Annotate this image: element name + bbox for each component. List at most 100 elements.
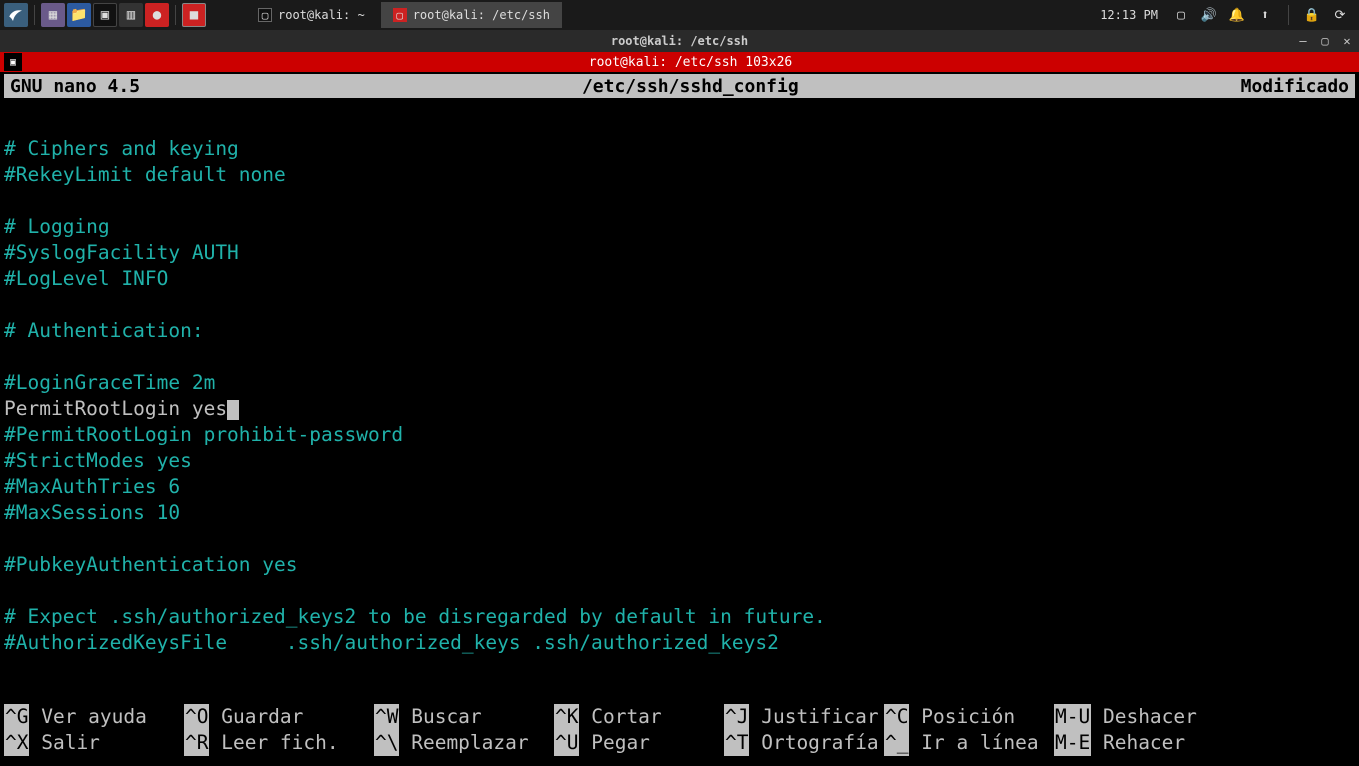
editor-line: #MaxAuthTries 6 — [4, 474, 1355, 500]
shortcut-key: M-E — [1054, 730, 1091, 756]
terminal-dimensions: root@kali: /etc/ssh 103x26 — [22, 55, 1359, 70]
app-active-icon[interactable]: ■ — [182, 3, 206, 27]
editor-line — [4, 292, 1355, 318]
shortcut-label: Leer fich. — [209, 730, 338, 756]
shortcut[interactable]: ^R Leer fich. — [184, 730, 374, 756]
shortcut-label: Pegar — [579, 730, 649, 756]
shortcut-row: ^G Ver ayuda^O Guardar^W Buscar^K Cortar… — [4, 704, 1355, 730]
editor-line: #LoginGraceTime 2m — [4, 370, 1355, 396]
nano-footer: ^G Ver ayuda^O Guardar^W Buscar^K Cortar… — [4, 704, 1355, 756]
shortcut-row: ^X Salir^R Leer fich.^\ Reemplazar^U Peg… — [4, 730, 1355, 756]
close-button[interactable]: ✕ — [1339, 34, 1355, 48]
editor-line — [4, 344, 1355, 370]
editor-line: #AuthorizedKeysFile .ssh/authorized_keys… — [4, 630, 1355, 656]
shortcut-key: ^J — [724, 704, 749, 730]
maximize-button[interactable]: ▢ — [1317, 34, 1333, 48]
shortcut-key: ^C — [884, 704, 909, 730]
minimize-button[interactable]: — — [1295, 34, 1311, 48]
editor-line: #MaxSessions 10 — [4, 500, 1355, 526]
shortcut-label: Justificar — [749, 704, 878, 730]
kali-menu-icon[interactable] — [4, 3, 28, 27]
window-titlebar[interactable]: root@kali: /etc/ssh — ▢ ✕ — [0, 30, 1359, 52]
editor-line: # Authentication: — [4, 318, 1355, 344]
shortcut-label: Guardar — [209, 704, 303, 730]
editor-line: # Logging — [4, 214, 1355, 240]
shortcut[interactable]: ^K Cortar — [554, 704, 724, 730]
panel-system-tray: 12:13 PM ▢ 🔊 🔔 ⬆ 🔒 ⟳ — [1100, 5, 1359, 25]
terminal-icon: ▢ — [393, 8, 407, 22]
lock-icon[interactable]: 🔒 — [1303, 8, 1321, 23]
cursor — [227, 400, 239, 420]
editor-line: #RekeyLimit default none — [4, 162, 1355, 188]
power-icon[interactable]: ⟳ — [1331, 8, 1349, 23]
notifications-icon[interactable]: 🔔 — [1228, 8, 1246, 23]
volume-icon[interactable]: 🔊 — [1200, 8, 1218, 23]
editor-line: # Ciphers and keying — [4, 136, 1355, 162]
shortcut[interactable]: ^U Pegar — [554, 730, 724, 756]
file-manager-icon[interactable]: 📁 — [67, 3, 91, 27]
window-title: root@kali: /etc/ssh — [0, 34, 1359, 48]
shortcut[interactable]: ^\ Reemplazar — [374, 730, 554, 756]
divider — [34, 5, 35, 25]
editor-content[interactable]: # Ciphers and keying#RekeyLimit default … — [0, 98, 1359, 656]
shortcut-key: ^K — [554, 704, 579, 730]
shortcut[interactable]: ^W Buscar — [374, 704, 554, 730]
shortcut-label: Cortar — [579, 704, 661, 730]
shortcut-key: M-U — [1054, 704, 1091, 730]
shortcut-label: Ver ayuda — [29, 704, 146, 730]
shortcut[interactable]: ^T Ortografía — [724, 730, 884, 756]
shortcut[interactable]: ^_ Ir a línea — [884, 730, 1054, 756]
terminal-tab-bar: ▣ root@kali: /etc/ssh 103x26 — [0, 52, 1359, 72]
nano-header: GNU nano 4.5 /etc/ssh/sshd_config Modifi… — [4, 74, 1355, 98]
top-panel: ▦ 📁 ▣ ▥ ● ■ ▢ root@kali: ~ ▢ root@kali: … — [0, 0, 1359, 30]
editor-line — [4, 110, 1355, 136]
shortcut[interactable]: ^C Posición — [884, 704, 1054, 730]
shortcut-label: Posición — [909, 704, 1015, 730]
terminal-icon: ▢ — [258, 8, 272, 22]
shortcut[interactable]: ^X Salir — [4, 730, 184, 756]
shortcut-key: ^O — [184, 704, 209, 730]
divider — [175, 5, 176, 25]
shortcut-label: Buscar — [399, 704, 481, 730]
divider — [1288, 5, 1289, 25]
editor-line: # Expect .ssh/authorized_keys2 to be dis… — [4, 604, 1355, 630]
shortcut[interactable]: ^O Guardar — [184, 704, 374, 730]
shortcut-key: ^R — [184, 730, 209, 756]
app-icon[interactable]: ▥ — [119, 3, 143, 27]
app-red-icon[interactable]: ● — [145, 3, 169, 27]
editor-line: #PermitRootLogin prohibit-password — [4, 422, 1355, 448]
editor-line: #SyslogFacility AUTH — [4, 240, 1355, 266]
task-label: root@kali: ~ — [278, 8, 365, 22]
panel-launchers: ▦ 📁 ▣ ▥ ● ■ — [0, 3, 206, 27]
shortcut-key: ^T — [724, 730, 749, 756]
taskbar: ▢ root@kali: ~ ▢ root@kali: /etc/ssh — [246, 2, 562, 28]
network-icon[interactable]: ⬆ — [1256, 8, 1274, 23]
editor-line — [4, 526, 1355, 552]
display-icon[interactable]: ▢ — [1172, 8, 1190, 23]
shortcut-label: Rehacer — [1091, 730, 1185, 756]
workspace-icon[interactable]: ▦ — [41, 3, 65, 27]
shortcut-label: Ortografía — [749, 730, 878, 756]
editor-line: #PubkeyAuthentication yes — [4, 552, 1355, 578]
session-icon[interactable]: ▣ — [4, 53, 22, 71]
shortcut-label: Reemplazar — [399, 730, 528, 756]
task-item-terminal-ssh[interactable]: ▢ root@kali: /etc/ssh — [381, 2, 562, 28]
shortcut[interactable]: ^G Ver ayuda — [4, 704, 184, 730]
shortcut-label: Deshacer — [1091, 704, 1197, 730]
terminal-icon[interactable]: ▣ — [93, 3, 117, 27]
editor-line: #StrictModes yes — [4, 448, 1355, 474]
task-item-terminal-home[interactable]: ▢ root@kali: ~ — [246, 2, 377, 28]
editor-line: PermitRootLogin yes — [4, 396, 1355, 422]
window-controls: — ▢ ✕ — [1295, 34, 1355, 48]
shortcut-key: ^G — [4, 704, 29, 730]
shortcut[interactable]: M-E Rehacer — [1054, 730, 1214, 756]
task-label: root@kali: /etc/ssh — [413, 8, 550, 22]
shortcut-label: Salir — [29, 730, 99, 756]
shortcut[interactable]: ^J Justificar — [724, 704, 884, 730]
clock[interactable]: 12:13 PM — [1100, 8, 1162, 22]
nano-modified-status: Modificado — [1241, 76, 1349, 97]
shortcut[interactable]: M-U Deshacer — [1054, 704, 1214, 730]
shortcut-key: ^U — [554, 730, 579, 756]
shortcut-label: Ir a línea — [909, 730, 1038, 756]
nano-app-name: GNU nano 4.5 — [10, 76, 140, 97]
